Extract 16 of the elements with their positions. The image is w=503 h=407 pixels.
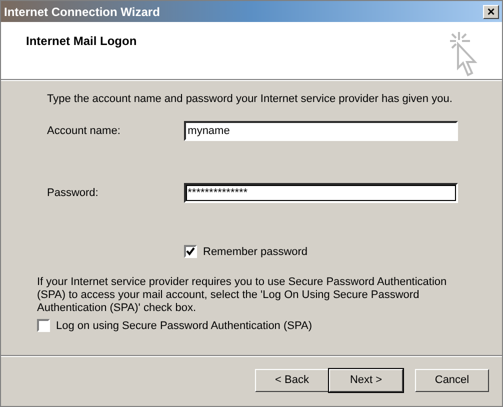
close-button[interactable]: × bbox=[483, 4, 499, 18]
instruction-text: Type the account name and password your Internet service provider has given you. bbox=[47, 93, 454, 105]
checkbox-label: Log on using Secure Password Authentication (SPA) bbox=[56, 320, 312, 332]
checkbox[interactable] bbox=[184, 245, 197, 258]
input-field[interactable]: ************** bbox=[184, 183, 458, 203]
page-title: Internet Mail Logon bbox=[26, 34, 137, 50]
wizard-button[interactable]: Cancel bbox=[415, 368, 489, 392]
spa-note-text: If your Internet service provider requires you to use Secure Password Authentication (SPA) to access your mail account, select the 'Log On Using Secure Password Authentication (SPA)' check box. bbox=[37, 276, 448, 315]
checkbox[interactable] bbox=[37, 319, 50, 332]
field-label: Password: bbox=[47, 187, 100, 199]
wizard-button[interactable]: < Back bbox=[255, 368, 329, 392]
window-title: Internet Connection Wizard bbox=[4, 4, 160, 18]
input-field[interactable]: myname bbox=[184, 121, 458, 141]
wizard-button[interactable]: Next > bbox=[329, 368, 403, 392]
checkbox-label: Remember password bbox=[203, 246, 308, 258]
field-label: Account name: bbox=[47, 125, 122, 137]
